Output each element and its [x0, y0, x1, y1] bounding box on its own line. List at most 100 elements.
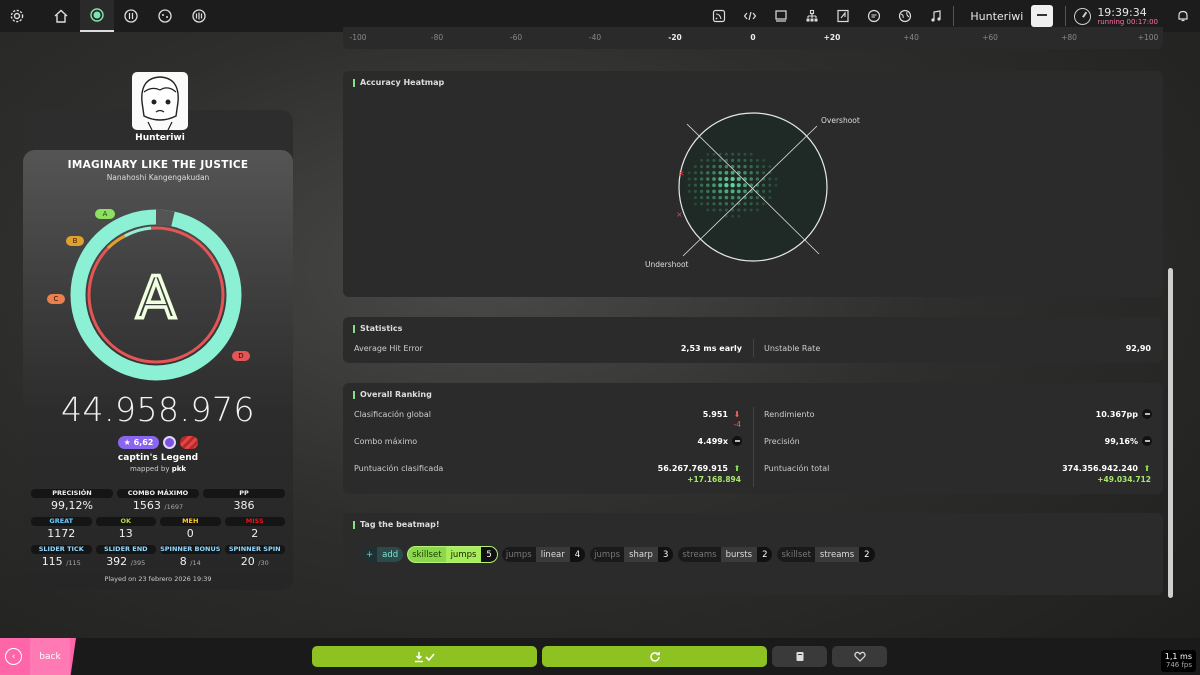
stat-cell: SLIDER END 392 /395	[95, 545, 156, 569]
stat-number: 115	[41, 555, 63, 568]
notifications-icon[interactable]	[1166, 0, 1200, 32]
catch-mode-icon[interactable]	[148, 0, 182, 32]
heatmap-dot	[687, 183, 691, 187]
scrollbar[interactable]	[1168, 268, 1173, 598]
mapper-name[interactable]: pkk	[172, 465, 186, 473]
tag-count: 3	[657, 547, 674, 562]
heatmap-dot	[687, 189, 691, 193]
heatmap-dot	[724, 170, 729, 175]
heatmap-dot	[730, 158, 735, 163]
heatmap-dot	[718, 158, 722, 162]
settings-icon[interactable]	[0, 0, 34, 32]
add-tag-button[interactable]: + add	[362, 547, 404, 562]
axis-tick-label: -80	[430, 33, 444, 42]
tag-chip[interactable]: skillset jumps 5	[408, 547, 497, 562]
tag-count: 2	[859, 547, 875, 562]
clock-time: 19:39:34	[1097, 5, 1147, 19]
heatmap-dot	[693, 171, 697, 175]
heatmap-dot	[724, 195, 729, 200]
stat-number: 8	[179, 555, 187, 568]
tag-chip[interactable]: jumps linear 4	[501, 547, 586, 562]
stat-number: 99,12%	[51, 499, 93, 512]
ranking-label: Rendimiento	[764, 410, 815, 419]
heatmap-dot	[712, 152, 716, 156]
taiko-mode-icon[interactable]	[114, 0, 148, 32]
heatmap-dot	[749, 195, 753, 200]
stat-value: 2	[251, 527, 259, 540]
heatmap-dot	[718, 208, 722, 212]
stat-heading: PRECISIÓN	[31, 489, 113, 498]
back-arrow-icon: ‹	[5, 648, 22, 665]
heatmap-dot	[693, 202, 697, 206]
heatmap-dot	[693, 196, 697, 200]
retry-icon	[649, 651, 660, 662]
axis-tick-label: +60	[982, 33, 998, 42]
heatmap-dot	[700, 171, 704, 175]
heatmap-dot	[706, 171, 710, 175]
heatmap-dot	[706, 158, 710, 162]
heatmap-dot	[755, 171, 760, 175]
stat-heading: SPINNER BONUS	[160, 545, 221, 554]
heatmap-dot	[724, 208, 728, 212]
heatmap-dot	[762, 183, 766, 187]
heatmap-dot	[736, 183, 741, 188]
heatmap-dot	[768, 177, 772, 181]
tag-chip[interactable]: skillset streams 2	[777, 547, 875, 562]
rank-label-b: B	[66, 236, 84, 246]
score-card: IMAGINARY LIKE THE JUSTICE Nanahoshi Kan…	[23, 150, 293, 590]
heatmap-dot	[730, 176, 735, 182]
heatmap-dot	[730, 183, 735, 188]
tag-chip[interactable]: jumps sharp 3	[590, 547, 674, 562]
stat-cell: SPINNER SPIN 20 /30	[224, 545, 285, 569]
home-icon[interactable]	[44, 0, 78, 32]
mod-icon[interactable]	[180, 436, 199, 449]
heatmap-dot	[724, 152, 728, 156]
stat-value: 1563 /1697	[117, 498, 199, 513]
ranking-label: Clasificación global	[354, 410, 431, 419]
unchanged-icon	[1142, 436, 1152, 446]
stat-cell: GREAT 1172	[31, 517, 92, 541]
player-avatar[interactable]	[132, 72, 188, 130]
heatmap-dot	[749, 202, 753, 206]
heatmap-dot	[712, 171, 716, 175]
tag-group: jumps	[505, 549, 532, 560]
heatmap-dot	[718, 183, 723, 188]
heatmap-dot	[755, 165, 759, 169]
collection-button[interactable]	[772, 646, 827, 667]
back-button[interactable]: ‹ back	[0, 638, 76, 675]
heatmap-dot	[706, 202, 710, 206]
retry-button[interactable]	[542, 646, 767, 667]
song-artist: Nanahoshi Kangengakudan	[106, 173, 210, 182]
heatmap-dot	[712, 183, 716, 188]
heatmap-dot	[774, 177, 778, 181]
stat-cell: OK 13	[95, 517, 156, 541]
user-button[interactable]: Hunteriwi	[956, 5, 1065, 27]
heatmap-dot	[712, 208, 716, 212]
accuracy-heatmap: × × Overshoot Undershoot	[645, 112, 860, 269]
plus-icon: +	[366, 549, 374, 560]
stat-value: 99,12%	[31, 498, 113, 513]
stats-row-judgements: GREAT 1172 OK 13 MEH 0 MISS 2	[31, 517, 285, 541]
tag-chip[interactable]: streams bursts 2	[678, 547, 773, 562]
ranking-value: 4.499x	[697, 437, 728, 446]
accuracy-heatmap-panel: Accuracy Heatmap × × Overshoot Undershoo…	[343, 71, 1163, 297]
heatmap-dot	[736, 189, 741, 194]
osu-mode-icon[interactable]	[80, 0, 114, 32]
fps-counter: 1,1 ms 746 fps	[1160, 650, 1196, 672]
ranking-label: Puntuación clasificada	[354, 464, 444, 473]
heatmap-dot	[762, 171, 766, 175]
download-replay-button[interactable]	[312, 646, 537, 667]
hit-offset-axis: -100 -80 -60 -40 -20 0 +20 +40 +60 +80 +…	[343, 27, 1163, 49]
favourite-button[interactable]	[832, 646, 887, 667]
heatmap-dot	[712, 177, 716, 181]
heatmap-dot	[762, 202, 766, 206]
mania-mode-icon[interactable]	[182, 0, 216, 32]
clock-icon	[1074, 7, 1092, 25]
clock[interactable]: 19:39:34 running 00:17:00	[1066, 7, 1166, 26]
stat-max: /395	[130, 559, 146, 567]
stat-value: 386	[203, 498, 285, 513]
tag-name: jumps	[445, 547, 482, 562]
player-name: Hunteriwi	[135, 133, 185, 143]
stat-value: 115 /115	[31, 554, 92, 569]
ranking-value: 10.367pp	[1095, 410, 1138, 419]
